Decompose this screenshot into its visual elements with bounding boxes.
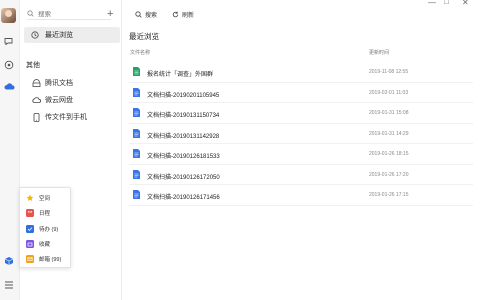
file-row[interactable]: 文档扫描-20190126172050 2019-01-26 17:20 xyxy=(129,165,473,185)
popup-item-label: 空间 xyxy=(39,196,51,202)
contacts-icon[interactable] xyxy=(3,59,15,71)
star-icon xyxy=(26,194,34,202)
popup-item-label: 日程 xyxy=(39,211,51,217)
file-date: 2019-01-26 18:15 xyxy=(369,151,409,157)
cloud-icon[interactable] xyxy=(3,80,15,92)
popup-item-space[interactable]: 空间 xyxy=(26,193,50,203)
file-date: 2019-01-26 17:20 xyxy=(369,171,409,178)
phone-icon xyxy=(32,112,41,122)
doc-file-icon xyxy=(133,108,140,117)
page-title: 最近浏览 xyxy=(129,32,159,41)
file-row[interactable]: 文档扫描-20190201105945 2019-02-01 11:03 xyxy=(129,83,473,103)
popup-item-todo[interactable]: 待办 (9) xyxy=(26,224,58,234)
weiyun-cloud-icon xyxy=(32,96,41,105)
refresh-button-label: 刷新 xyxy=(182,12,195,19)
todo-check-icon xyxy=(26,225,34,233)
calendar-icon xyxy=(26,209,34,217)
file-name: 报名统计「调查」外国群 xyxy=(147,72,214,78)
sidebar-item-tencent-docs[interactable]: 腾讯文档 xyxy=(32,77,73,89)
file-row[interactable]: 报名统计「调查」外国群 2019-11-08 12:55 xyxy=(129,62,473,83)
search-box[interactable] xyxy=(27,9,111,20)
search-button[interactable]: 搜索 xyxy=(131,8,161,20)
doc-file-icon xyxy=(133,149,140,158)
add-button[interactable]: + xyxy=(107,8,113,20)
sidebar-item-label: 最近浏览 xyxy=(45,32,73,39)
menu-icon[interactable] xyxy=(3,279,15,291)
file-name: 文档扫描-20190126171456 xyxy=(147,195,220,201)
maximize-button[interactable]: □ xyxy=(444,0,449,6)
doc-file-icon xyxy=(133,87,140,97)
file-list: 报名统计「调查」外国群 2019-11-08 12:55 文档扫描-201902… xyxy=(122,62,480,206)
sidebar-item-weiyun[interactable]: 微云网盘 xyxy=(32,94,73,106)
sidebar-item-send-to-phone[interactable]: 传文件到手机 xyxy=(32,111,87,123)
refresh-icon xyxy=(172,11,179,18)
file-row[interactable]: 文档扫描-20190126171456 2019-01-26 17:15 xyxy=(129,185,473,206)
chat-bubble-icon[interactable] xyxy=(3,35,15,47)
file-date: 2019-02-01 11:03 xyxy=(369,89,409,96)
popup-item-calendar[interactable]: 日程 xyxy=(26,208,50,218)
box-icon xyxy=(26,240,34,248)
file-row[interactable]: 文档扫描-20190131150734 2019-01-31 15:08 xyxy=(129,103,473,124)
search-input[interactable] xyxy=(38,10,108,18)
mail-icon xyxy=(26,255,34,263)
main-panel: 搜索 刷新 — □ ✕ 最近浏览 文件名称 更新时间 报名统计「调查」外国群 2… xyxy=(122,0,480,300)
left-rail xyxy=(0,0,20,300)
doc-file-icon xyxy=(133,190,140,199)
file-row[interactable]: 文档扫描-20190131142928 2019-01-31 14:29 xyxy=(129,124,473,144)
popup-item-favorites[interactable]: 收藏 xyxy=(26,239,50,249)
popup-item-label: 收藏 xyxy=(39,242,51,248)
doc-file-icon xyxy=(133,169,140,179)
refresh-button[interactable]: 刷新 xyxy=(168,8,198,20)
popup-item-label: 待办 (9) xyxy=(39,227,59,233)
sidebar-item-label: 传文件到手机 xyxy=(45,114,87,121)
file-name: 文档扫描-20190126181533 xyxy=(147,154,220,160)
popup-item-label: 邮箱 (99) xyxy=(39,257,62,263)
sidebar-item-label: 微云网盘 xyxy=(45,97,73,104)
sheet-file-icon xyxy=(133,67,140,76)
file-date: 2019-01-31 14:29 xyxy=(369,130,409,137)
file-row[interactable]: 文档扫描-20190126181533 2019-01-26 18:15 xyxy=(129,144,473,165)
search-icon xyxy=(135,10,142,18)
sidebar-item-recent[interactable]: 最近浏览 xyxy=(24,27,120,43)
apps-popup-menu: 空间 日程 待办 (9) 收藏 邮箱 (99) xyxy=(19,187,71,268)
file-date: 2019-01-26 17:15 xyxy=(369,192,409,198)
doc-file-icon xyxy=(133,128,140,138)
apps-cube-icon[interactable] xyxy=(3,255,15,267)
file-name: 文档扫描-20190126172050 xyxy=(147,174,220,181)
file-name: 文档扫描-20190131142928 xyxy=(147,133,220,140)
close-button[interactable]: ✕ xyxy=(462,0,469,7)
file-date: 2019-01-31 15:08 xyxy=(369,110,409,116)
search-button-label: 搜索 xyxy=(145,12,158,19)
file-name: 文档扫描-20190131150734 xyxy=(147,113,220,119)
minimize-button[interactable]: — xyxy=(428,0,436,7)
column-header-time[interactable]: 更新时间 xyxy=(369,49,389,56)
avatar[interactable] xyxy=(1,8,16,23)
file-name: 文档扫描-20190201105945 xyxy=(147,92,220,99)
popup-item-mail[interactable]: 邮箱 (99) xyxy=(26,254,61,264)
clock-icon xyxy=(31,31,39,39)
search-icon xyxy=(27,9,34,19)
sidebar-item-label: 腾讯文档 xyxy=(45,80,73,87)
section-title-other: 其他 xyxy=(26,62,40,69)
column-header-name[interactable]: 文件名称 xyxy=(130,49,150,56)
file-date: 2019-11-08 12:55 xyxy=(369,69,409,75)
tencent-docs-icon xyxy=(32,78,41,88)
